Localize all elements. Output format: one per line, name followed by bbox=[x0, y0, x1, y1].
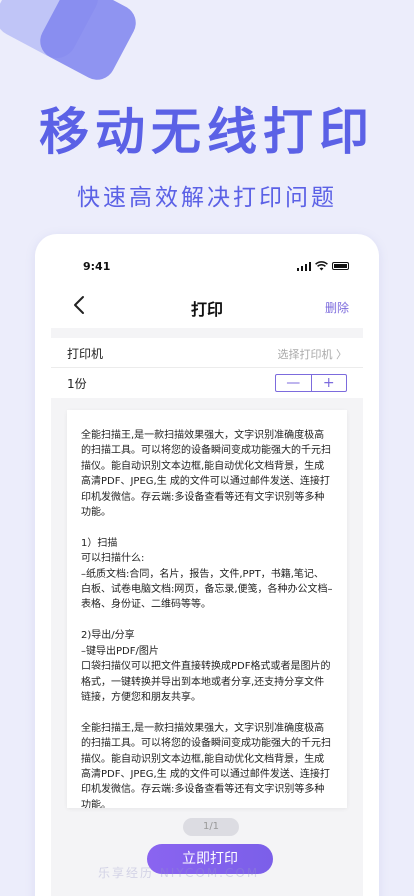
select-printer-link[interactable]: 选择打印机 〉 bbox=[278, 346, 348, 362]
page-title: 打印 bbox=[190, 300, 223, 319]
status-bar: 9:41 bbox=[51, 250, 363, 284]
signal-icon bbox=[296, 261, 311, 271]
phone-frame: 9:41 打印 删除 打印机 选择打印机 〉 1份 — + 全能扫描王,是一款扫… bbox=[35, 234, 379, 896]
page-indicator: 1/1 bbox=[183, 818, 239, 836]
copies-stepper: — + bbox=[275, 374, 347, 392]
hero-title: 移动无线打印 bbox=[39, 103, 375, 161]
wifi-icon bbox=[315, 261, 328, 271]
app-screen: 9:41 打印 删除 打印机 选择打印机 〉 1份 — + 全能扫描王,是一款扫… bbox=[51, 250, 363, 896]
document-text: 全能扫描王,是一款扫描效果强大，文字识别准确度极高的扫描工具。可以将您的设备瞬间… bbox=[81, 430, 333, 808]
status-icons bbox=[296, 261, 349, 271]
printer-selector-row[interactable]: 打印机 选择打印机 〉 bbox=[51, 338, 363, 368]
watermark: 乐享经历 NIYCOM.COM bbox=[98, 866, 260, 880]
copies-row: 1份 — + bbox=[51, 368, 363, 398]
printer-label: 打印机 bbox=[67, 347, 104, 361]
nav-bar: 打印 删除 bbox=[51, 284, 363, 328]
document-preview-area: 全能扫描王,是一款扫描效果强大，文字识别准确度极高的扫描工具。可以将您的设备瞬间… bbox=[51, 398, 363, 896]
status-time: 9:41 bbox=[83, 260, 111, 273]
document-page[interactable]: 全能扫描王,是一款扫描效果强大，文字识别准确度极高的扫描工具。可以将您的设备瞬间… bbox=[67, 410, 347, 808]
decrease-copies-button[interactable]: — bbox=[276, 375, 312, 391]
increase-copies-button[interactable]: + bbox=[312, 375, 347, 391]
hero-subtitle: 快速高效解决打印问题 bbox=[77, 185, 337, 211]
copies-label: 1份 bbox=[67, 377, 87, 391]
delete-button[interactable]: 删除 bbox=[325, 299, 349, 316]
battery-icon bbox=[332, 262, 349, 270]
